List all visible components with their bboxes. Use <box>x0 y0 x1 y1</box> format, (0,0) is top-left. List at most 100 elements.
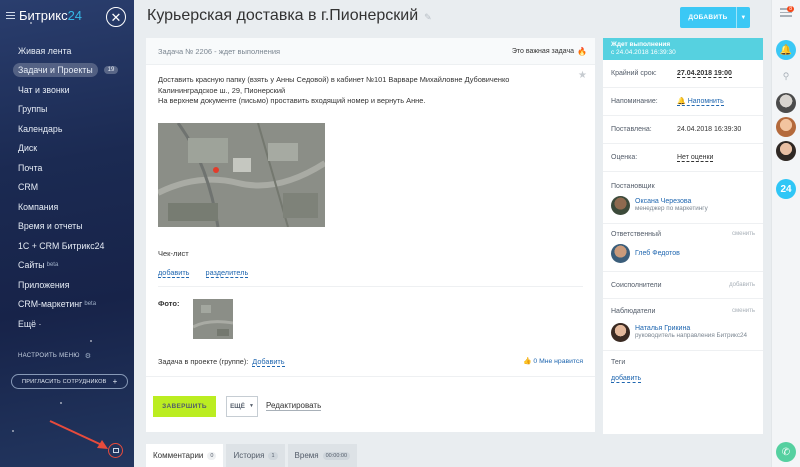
tab-count: 00:00:00 <box>322 451 351 460</box>
satellite-map-image[interactable] <box>158 122 325 227</box>
description-line: Калининградское ш., 29, Пионерский <box>158 85 286 95</box>
sidebar-item-company[interactable]: Компания <box>0 197 134 217</box>
invite-employees-button[interactable]: ПРИГЛАСИТЬ СОТРУДНИКОВ + <box>11 374 129 389</box>
bottom-tabs: Комментарии 0 История 1 Время 00:00:00 <box>146 444 360 467</box>
plus-icon: + <box>112 377 118 386</box>
sidebar-item-tasks[interactable]: Задачи и Проекты 19 <box>0 61 134 81</box>
link-icon[interactable]: ✎ <box>424 12 432 22</box>
checklist-section: Чек-лист добавить разделитель <box>146 227 595 278</box>
sidebar-item-chat[interactable]: Чат и звонки <box>0 80 134 100</box>
edit-link[interactable]: Редактировать <box>266 401 322 411</box>
responsible-change-link[interactable]: сменить <box>732 231 755 237</box>
sidebar-item-1c-crm[interactable]: 1С + CRM Битрикс24 <box>0 236 134 256</box>
status-badge: Ждет выполнения с 24.04.2018 16:39:30 <box>603 38 763 60</box>
rating-value[interactable]: Нет оценки <box>677 154 714 162</box>
user-avatar-1[interactable] <box>776 93 796 113</box>
creator-heading: Постановщик <box>611 182 655 190</box>
tags-add-link[interactable]: добавить <box>611 375 642 383</box>
sidebar-item-apps[interactable]: Приложения <box>0 275 134 295</box>
sidebar-item-feed[interactable]: Живая лента <box>0 41 134 61</box>
sidebar-item-calendar[interactable]: Календарь <box>0 119 134 139</box>
like-button[interactable]: 👍 0 Мне нравится <box>523 357 583 365</box>
status-text: Ждет выполнения <box>611 41 671 48</box>
add-button[interactable]: ДОБАВИТЬ ▼ <box>680 7 750 28</box>
rating-row: Оценка: Нет оценки <box>603 144 763 172</box>
menu-lines-icon[interactable]: 8 <box>780 6 794 17</box>
star-decoration <box>90 340 92 342</box>
project-row: Задача в проекте (группе): Добавить 👍 0 Мн… <box>146 339 595 367</box>
main-menu: Живая лента Задачи и Проекты 19 Чат и зво… <box>0 41 134 334</box>
avatar <box>611 196 630 215</box>
user-avatar-2[interactable] <box>776 117 796 137</box>
page-title: Курьерская доставка в г.Пионерский ✎ <box>147 7 432 24</box>
tab-history[interactable]: История 1 <box>226 444 285 467</box>
tab-time[interactable]: Время 00:00:00 <box>287 444 358 467</box>
description-line: На верхнем документе (письмо) проставить… <box>158 96 426 105</box>
reminder-label: Напоминание: <box>611 98 658 105</box>
logo[interactable]: Битрикс24 <box>19 8 82 23</box>
chevron-down-icon[interactable]: ▼ <box>736 7 750 28</box>
tab-count: 1 <box>268 451 278 460</box>
user-avatar-3[interactable] <box>776 141 796 161</box>
observers-heading: Наблюдатели <box>611 307 656 315</box>
configure-menu-link[interactable]: НАСТРОИТЬ МЕНЮ ⚙ <box>18 352 91 360</box>
coexecutors-heading: Соисполнители <box>611 281 662 289</box>
sidebar-item-disk[interactable]: Диск <box>0 139 134 159</box>
sidebar-item-mail[interactable]: Почта <box>0 158 134 178</box>
favorite-star-icon[interactable]: ★ <box>578 70 587 82</box>
close-icon: ✕ <box>110 9 122 25</box>
beta-label: beta <box>84 301 97 308</box>
photo-section: Фото: <box>146 287 595 339</box>
avatar <box>611 323 630 342</box>
more-button[interactable]: ЕЩЁ ▼ <box>226 395 258 417</box>
observer-person[interactable]: Наталья Грикина руководитель направления… <box>611 323 755 350</box>
observer-role: руководитель направления Битрикс24 <box>635 332 748 339</box>
creator-name[interactable]: Оксана Черезова <box>635 198 708 205</box>
coexecutors-section: Соисполнители добавить <box>603 272 763 299</box>
responsible-person[interactable]: Глеб Федотов <box>611 244 755 271</box>
sidebar-item-crm[interactable]: CRM <box>0 178 134 198</box>
project-add-link[interactable]: Добавить <box>252 356 285 367</box>
creator-person[interactable]: Оксана Черезова менеджер по маркетингу <box>611 196 755 223</box>
deadline-value[interactable]: 27.04.2018 19:00 <box>677 70 732 78</box>
observers-change-link[interactable]: сменить <box>732 308 755 314</box>
task-description: ★ Доставить красную папку (взять у Анны … <box>146 65 595 107</box>
tab-comments[interactable]: Комментарии 0 <box>146 444 224 467</box>
avatar <box>611 244 630 263</box>
sidebar-item-groups[interactable]: Группы <box>0 100 134 120</box>
close-sidebar-button[interactable]: ✕ <box>106 7 126 27</box>
deadline-row: Крайний срок: 27.04.2018 19:00 <box>603 60 763 88</box>
finish-button[interactable]: ЗАВЕРШИТЬ <box>153 395 216 417</box>
search-icon[interactable]: ⚲ <box>776 66 796 86</box>
tab-count: 0 <box>207 451 217 460</box>
important-toggle[interactable]: Это важная задача 🔥 <box>512 47 587 56</box>
photo-thumbnail[interactable] <box>193 298 233 339</box>
sidebar-item-sites[interactable]: Сайты beta <box>0 256 134 276</box>
created-row: Поставлена: 24.04.2018 16:39:30 <box>603 116 763 144</box>
notifications-bell-icon[interactable]: 🔔 <box>776 40 796 60</box>
coexecutors-add-link[interactable]: добавить <box>729 282 755 288</box>
responsible-name[interactable]: Глеб Федотов <box>635 250 680 257</box>
notification-count-badge: 8 <box>787 6 794 12</box>
observer-name[interactable]: Наталья Грикина <box>635 325 755 332</box>
description-line: Доставить красную папку (взять у Анны Се… <box>158 75 510 84</box>
creator-section: Постановщик Оксана Черезова менеджер по … <box>603 172 763 224</box>
sidebar-item-time-reports[interactable]: Время и отчеты <box>0 217 134 237</box>
tasks-counter-badge: 19 <box>103 66 119 75</box>
sidebar-bottom-icon[interactable] <box>108 443 123 458</box>
checklist-separator-link[interactable]: разделитель <box>205 267 249 278</box>
phone-icon[interactable]: ✆ <box>776 442 796 462</box>
flame-icon: 🔥 <box>577 46 587 56</box>
sidebar-item-crm-marketing[interactable]: CRM-маркетинг beta <box>0 295 134 315</box>
checklist-label: Чек-лист <box>158 248 189 258</box>
responsible-section: Ответственный сменить Глеб Федотов <box>603 224 763 272</box>
sidebar-item-more[interactable]: Ещё · <box>0 314 134 334</box>
reminder-link[interactable]: 🔔 Напомнить <box>677 97 724 106</box>
star-decoration <box>60 402 62 404</box>
hamburger-icon[interactable] <box>6 12 15 19</box>
thumbs-up-icon: 👍 <box>522 358 532 365</box>
beta-label: beta <box>46 262 59 269</box>
bell-icon: 🔔 <box>677 98 686 105</box>
bitrix24-icon[interactable]: 24 <box>776 179 796 199</box>
checklist-add-link[interactable]: добавить <box>158 267 190 278</box>
